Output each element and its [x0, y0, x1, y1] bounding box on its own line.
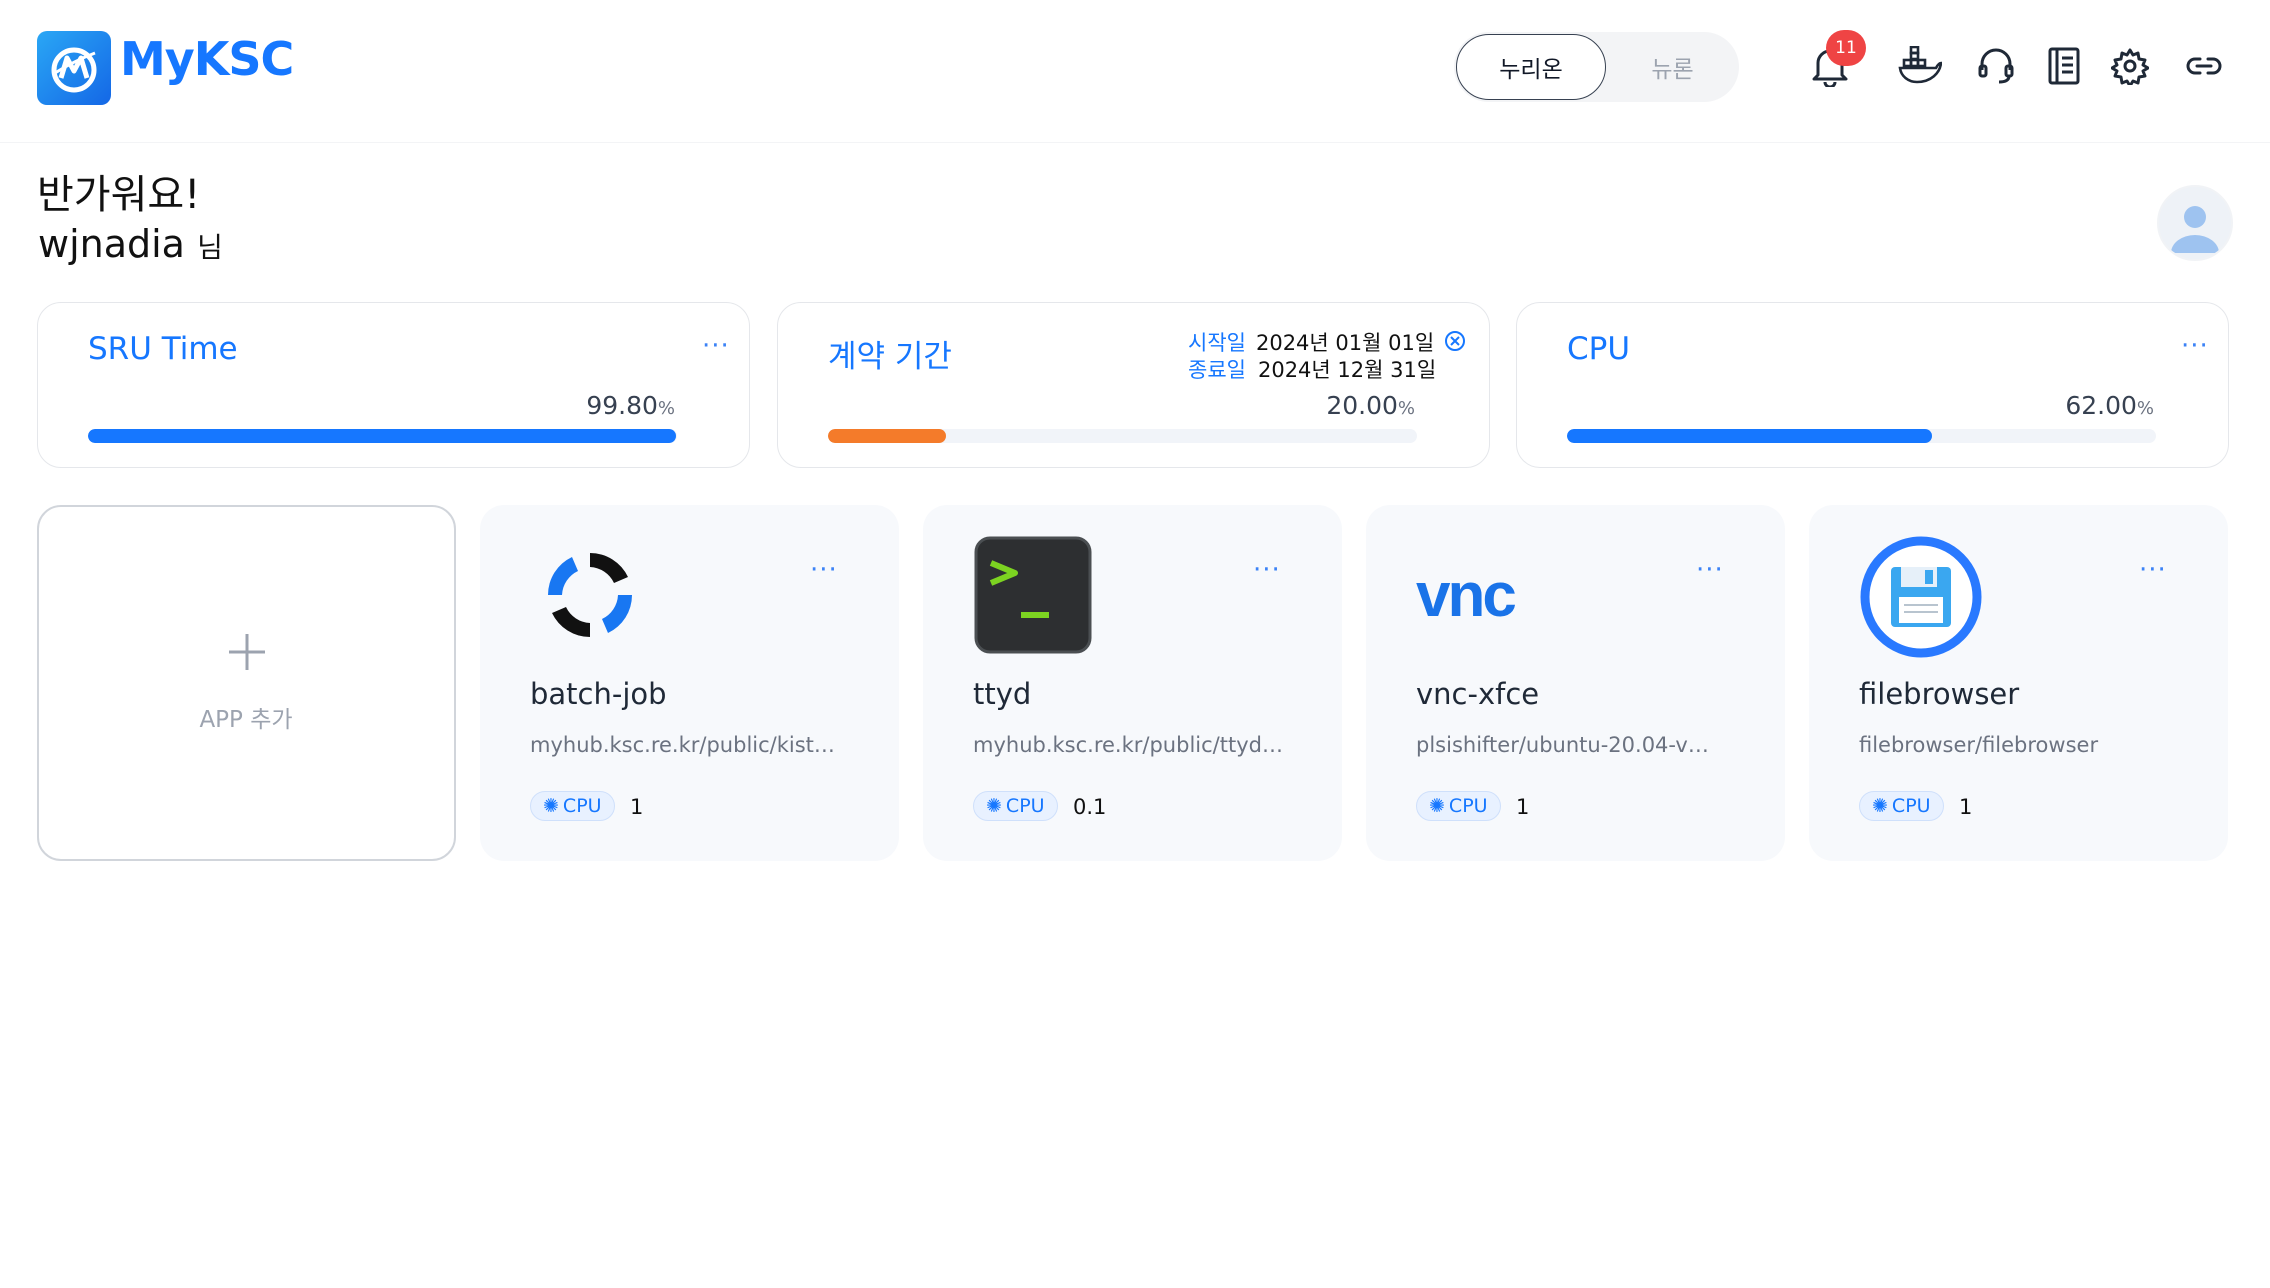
terminal-logo-icon — [973, 535, 1093, 655]
period-end: 종료일 2024년 12월 31일 — [1188, 358, 1437, 382]
batch-job-more-icon[interactable]: ··· — [810, 557, 838, 583]
period-percent: 20.00% — [1326, 391, 1415, 420]
app-card-vnc-xfce[interactable]: vnc ··· vnc-xfce plsishifter/ubuntu-20.0… — [1366, 505, 1785, 861]
vnc-logo-icon: vnc — [1416, 560, 1517, 630]
period-progress-track — [828, 429, 1417, 443]
notification-badge: 11 — [1826, 30, 1866, 66]
avatar[interactable] — [2157, 185, 2233, 261]
honorific: 님 — [197, 231, 223, 264]
cpu-value: 0.1 — [1073, 795, 1107, 819]
logo-text[interactable]: MyKSC — [120, 32, 294, 86]
vnc-more-icon[interactable]: ··· — [1696, 557, 1724, 583]
app-card-ttyd[interactable]: ··· ttyd myhub.ksc.re.kr/public/ttyd… ✺ C… — [923, 505, 1342, 861]
chip-icon: ✺ — [1872, 795, 1888, 817]
app-name: filebrowser — [1859, 677, 2020, 711]
greeting-user: wjnadia 님 — [38, 222, 223, 266]
username: wjnadia — [38, 222, 185, 266]
app-image: filebrowser/filebrowser — [1859, 733, 2099, 757]
toggle-neuron[interactable]: 뉴론 — [1610, 34, 1735, 100]
app-image: myhub.ksc.re.kr/public/ttyd… — [973, 733, 1283, 757]
filebrowser-more-icon[interactable]: ··· — [2139, 557, 2167, 583]
cpu-card: CPU ··· 62.00% — [1516, 302, 2229, 468]
period-title: 계약 기간 — [828, 339, 952, 375]
add-app-label: APP 추가 — [199, 707, 293, 733]
cpu-value: 1 — [1959, 795, 1973, 819]
cpu-title: CPU — [1567, 331, 1631, 367]
period-progress-fill — [828, 429, 946, 443]
plus-icon — [227, 632, 267, 676]
app-card-filebrowser[interactable]: ··· filebrowser filebrowser/filebrowser … — [1809, 505, 2228, 861]
chip-icon: ✺ — [986, 795, 1002, 817]
gear-icon[interactable] — [2106, 42, 2154, 90]
sru-more-icon[interactable]: ··· — [702, 333, 730, 359]
cpu-percent: 62.00% — [2065, 391, 2154, 420]
batch-job-logo-icon — [530, 535, 650, 655]
floppy-logo-icon — [1859, 535, 1982, 658]
toggle-nurion[interactable]: 누리온 — [1456, 34, 1606, 100]
cpu-value: 1 — [1516, 795, 1530, 819]
app-image: myhub.ksc.re.kr/public/kisti… — [530, 733, 840, 757]
cpu-tag: ✺ CPU — [1859, 791, 1944, 821]
headset-icon[interactable] — [1972, 42, 2020, 90]
app-image: plsishifter/ubuntu-20.04-v… — [1416, 733, 1709, 757]
sru-percent: 99.80% — [586, 391, 675, 420]
contract-period-card: 계약 기간 시작일 2024년 01월 01일 종료일 2024년 12월 31일 … — [777, 302, 1490, 468]
app-card-batch-job[interactable]: ··· batch-job myhub.ksc.re.kr/public/kis… — [480, 505, 899, 861]
chip-icon: ✺ — [543, 795, 559, 817]
cpu-tag: ✺ CPU — [530, 791, 615, 821]
cpu-tag: ✺ CPU — [1416, 791, 1501, 821]
sru-time-card: SRU Time ··· 99.80% — [37, 302, 750, 468]
chip-icon: ✺ — [1429, 795, 1445, 817]
cpu-progress-track — [1567, 429, 2156, 443]
cpu-more-icon[interactable]: ··· — [2181, 333, 2209, 359]
notebook-icon[interactable] — [2040, 42, 2088, 90]
close-circle-icon[interactable] — [1443, 329, 1467, 357]
app-name: batch-job — [530, 677, 667, 711]
link-icon[interactable] — [2180, 42, 2228, 90]
ttyd-more-icon[interactable]: ··· — [1253, 557, 1281, 583]
cpu-tag: ✺ CPU — [973, 791, 1058, 821]
add-app-card[interactable]: APP 추가 — [37, 505, 456, 861]
app-name: vnc-xfce — [1416, 677, 1540, 711]
docker-icon[interactable] — [1896, 42, 1944, 90]
period-start: 시작일 2024년 01월 01일 — [1188, 331, 1435, 355]
sru-progress-fill — [88, 429, 676, 443]
logo-icon[interactable] — [37, 31, 111, 105]
sru-progress-track — [88, 429, 677, 443]
greeting-title: 반가워요! — [37, 172, 201, 218]
app-name: ttyd — [973, 677, 1032, 711]
cpu-progress-fill — [1567, 429, 1933, 443]
sru-title: SRU Time — [88, 331, 238, 367]
cpu-value: 1 — [630, 795, 644, 819]
